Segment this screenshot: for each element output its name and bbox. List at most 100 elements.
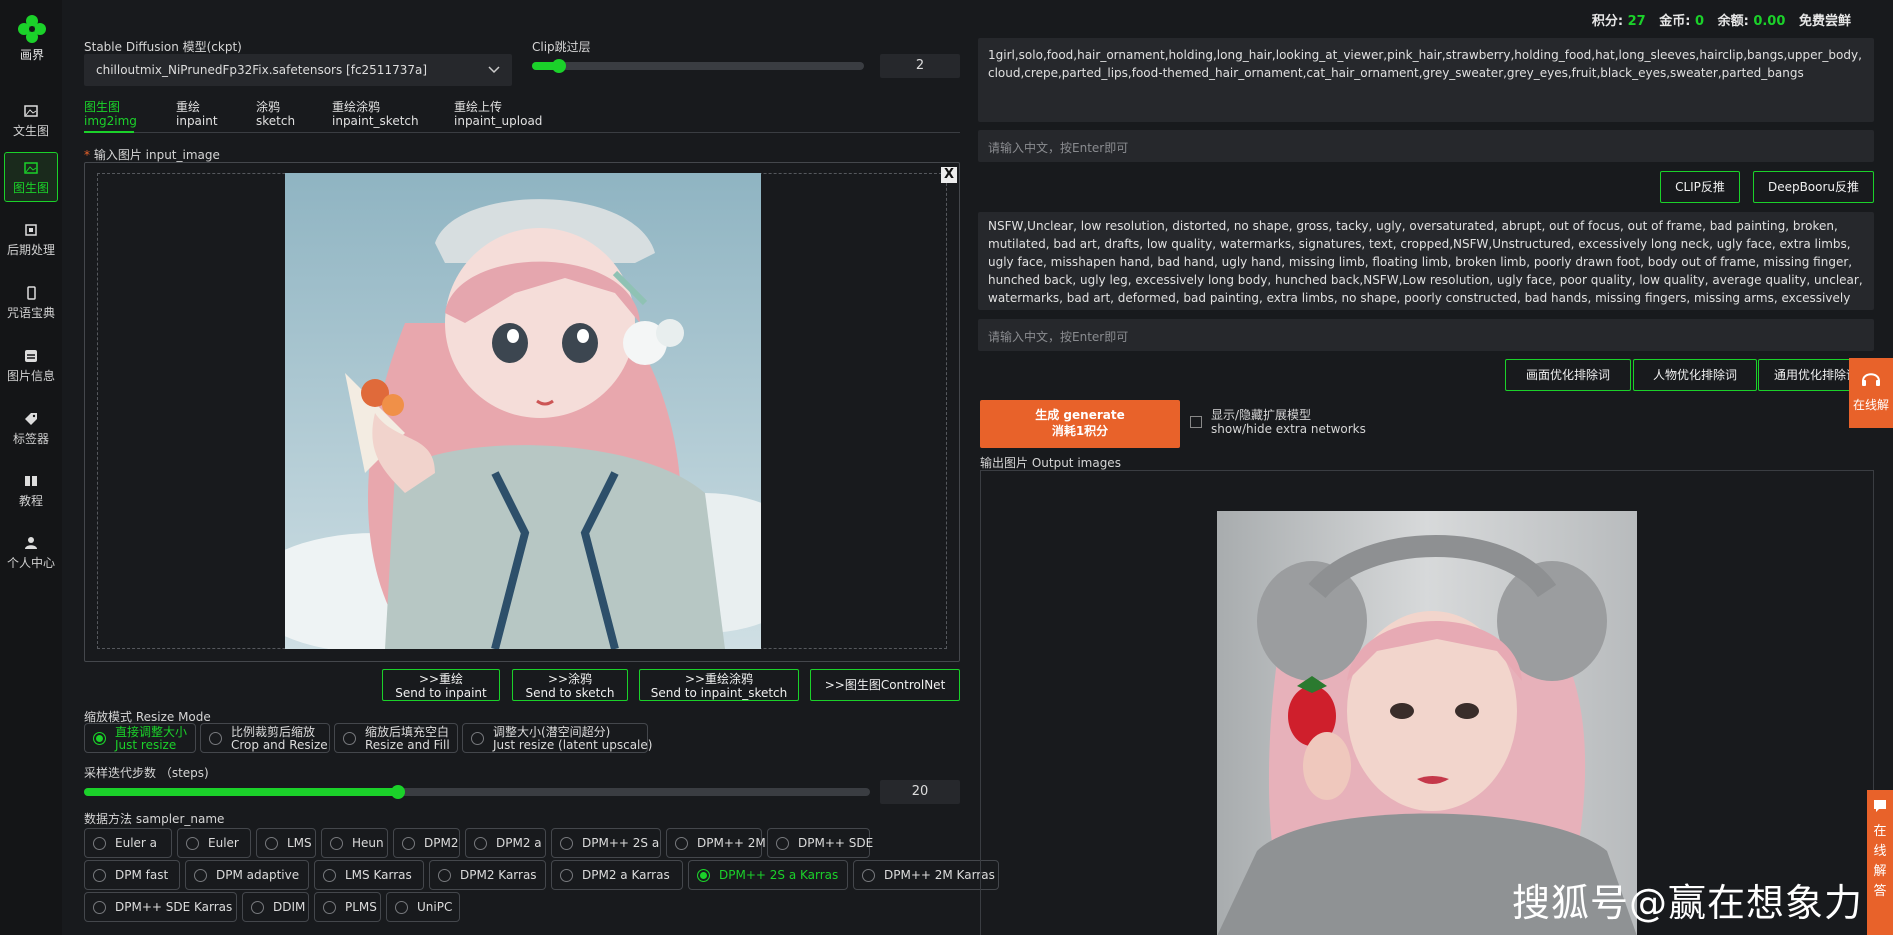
clip-interrogate-button[interactable]: CLIP反推 [1660,171,1740,203]
sampler-option-dpm-sde-karras[interactable]: DPM++ SDE Karras [84,892,237,922]
online-help-tab[interactable]: 在线解 [1849,358,1893,428]
book-icon [25,476,37,486]
sampler-option-dpm2-a[interactable]: DPM2 a [465,828,546,858]
sidebar-item-tutorial[interactable]: 教程 [4,466,58,514]
steps-value-input[interactable]: 20 [880,780,960,804]
scene-exclude-words-button[interactable]: 画面优化排除词 [1505,359,1631,391]
model-select[interactable]: chilloutmix_NiPrunedFp32Fix.safetensors … [84,54,512,86]
negative-prompt-textarea[interactable]: NSFW,Unclear, low resolution, distorted,… [978,212,1874,310]
tab-sublabel: sketch [256,114,296,128]
sampler-option-lms[interactable]: LMS [256,828,316,858]
sidebar-item-spellbook[interactable]: 咒语宝典 [4,278,58,326]
send-to-inpaint-button[interactable]: >>重绘 Send to inpaint [382,669,500,701]
radio-dot [675,837,688,850]
clip-slider[interactable] [532,59,864,73]
character-exclude-words-button[interactable]: 人物优化排除词 [1633,359,1757,391]
radio-dot [471,732,484,745]
sampler-option-dpm-sde[interactable]: DPM++ SDE [767,828,873,858]
output-gallery [980,470,1874,935]
tab-label: 涂鸦 [256,100,281,114]
sampler-option-dpm-adaptive[interactable]: DPM adaptive [185,860,309,890]
sampler-option-dpm2-karras[interactable]: DPM2 Karras [429,860,546,890]
balance-label: 余额: [1717,14,1749,29]
app-logo[interactable]: 画界 [12,14,52,63]
tab-img2img[interactable]: 图生图 img2img [84,100,137,128]
radio-label: DPM2 Karras [460,868,537,882]
sampler-option-dpm-2m-karras[interactable]: DPM++ 2M Karras [853,860,999,890]
sidebar-item-image-info[interactable]: 图片信息 [4,341,58,389]
sampler-option-euler[interactable]: Euler [177,828,251,858]
radio-dot [93,837,106,850]
sidebar-item-label: 图生图 [12,181,49,195]
radio-label: DPM++ 2S a [582,836,660,850]
button-sublabel: Send to sketch [525,686,615,700]
free-trial-link[interactable]: 免费尝鲜 [1799,14,1851,29]
sampler-option-dpm2[interactable]: DPM2 [393,828,460,858]
sampler-option-dpm-2s-a[interactable]: DPM++ 2S a [551,828,661,858]
clip-value-input[interactable]: 2 [880,54,960,78]
radio-dot [395,901,408,914]
close-icon[interactable]: X [941,167,957,183]
resize-option-crop-and-resize[interactable]: 比例裁剪后缩放 Crop and Resize [200,723,330,753]
sampler-option-ddim[interactable]: DDIM [242,892,309,922]
online-answer-tab[interactable]: 在线解答 [1867,790,1893,935]
resize-option-resize-and-fill[interactable]: 缩放后填充空白 Resize and Fill [334,723,458,753]
radio-dot [323,901,336,914]
headset-icon [1862,373,1880,386]
radio-label: DPM2 [424,836,459,850]
sampler-option-heun[interactable]: Heun [321,828,388,858]
generate-cost: 消耗1积分 [1051,424,1109,438]
send-to-sketch-button[interactable]: >>涂鸦 Send to sketch [512,669,628,701]
gold-label: 金币: [1659,14,1691,29]
sampler-option-dpm-2m[interactable]: DPM++ 2M [666,828,766,858]
radio-dot [186,837,199,850]
generate-button[interactable]: 生成 generate 消耗1积分 [980,400,1180,448]
sidebar-item-postprocess[interactable]: 后期处理 [4,215,58,263]
sidebar-item-tagger[interactable]: 标签器 [4,404,58,452]
sidebar-item-label: 个人中心 [6,556,55,570]
input-image-panel[interactable]: X [84,162,960,662]
sampler-option-dpm-fast[interactable]: DPM fast [84,860,180,890]
tab-inpaint-upload[interactable]: 重绘上传 inpaint_upload [454,100,542,128]
tab-inpaint[interactable]: 重绘 inpaint [176,100,218,128]
radio-dot [330,837,343,850]
chat-icon [1874,800,1886,812]
steps-slider[interactable] [84,785,870,799]
radio-dot [93,869,106,882]
radio-label: DDIM [273,900,306,914]
deepbooru-interrogate-button[interactable]: DeepBooru反推 [1753,171,1874,203]
sampler-option-euler-a[interactable]: Euler a [84,828,172,858]
sidebar-item-label: 图片信息 [6,369,55,383]
prompt-textarea[interactable]: 1girl,solo,food,hair_ornament,holding,lo… [978,38,1874,122]
tab-sublabel: inpaint_upload [454,114,543,128]
extra-networks-checkbox[interactable] [1190,416,1202,428]
send-to-controlnet-button[interactable]: >>图生图ControlNet [810,669,960,701]
button-label: >>重绘 [418,672,464,686]
sidebar-item-txt2img[interactable]: 文生图 [4,96,58,144]
sampler-option-plms[interactable]: PLMS [314,892,381,922]
clip-slider-handle[interactable] [551,59,566,73]
radio-label: Euler a [115,836,158,850]
resize-option-just-resize[interactable]: 直接调整大小 Just resize [84,723,196,753]
radio-dot [560,837,573,850]
radio-label: DPM++ 2M Karras [884,868,995,882]
user-icon [25,537,37,549]
sampler-option-unipc[interactable]: UniPC [386,892,460,922]
button-sublabel: Send to inpaint_sketch [650,686,788,700]
resize-option-latent-upscale[interactable]: 调整大小(潜空间超分) Just resize (latent upscale) [462,723,652,753]
tab-inpaint-sketch[interactable]: 重绘涂鸦 inpaint_sketch [332,100,419,128]
sidebar-item-profile[interactable]: 个人中心 [4,528,58,576]
negative-cn-input[interactable]: 请输入中文，按Enter即可 [978,319,1874,351]
steps-slider-handle[interactable] [391,785,406,799]
sampler-option-dpm-2s-a-karras[interactable]: DPM++ 2S a Karras [688,860,848,890]
steps-slider-fill [84,788,399,796]
prompt-cn-input[interactable]: 请输入中文，按Enter即可 [978,130,1874,162]
sidebar-item-label: 标签器 [12,432,49,446]
radio-dot [209,732,222,745]
tab-sketch[interactable]: 涂鸦 sketch [256,100,295,128]
radio-dot [251,901,264,914]
sampler-option-dpm2-a-karras[interactable]: DPM2 a Karras [551,860,683,890]
send-to-inpaint-sketch-button[interactable]: >>重绘涂鸦 Send to inpaint_sketch [639,669,799,701]
sampler-option-lms-karras[interactable]: LMS Karras [314,860,424,890]
sidebar-item-img2img[interactable]: 图生图 [4,152,58,202]
